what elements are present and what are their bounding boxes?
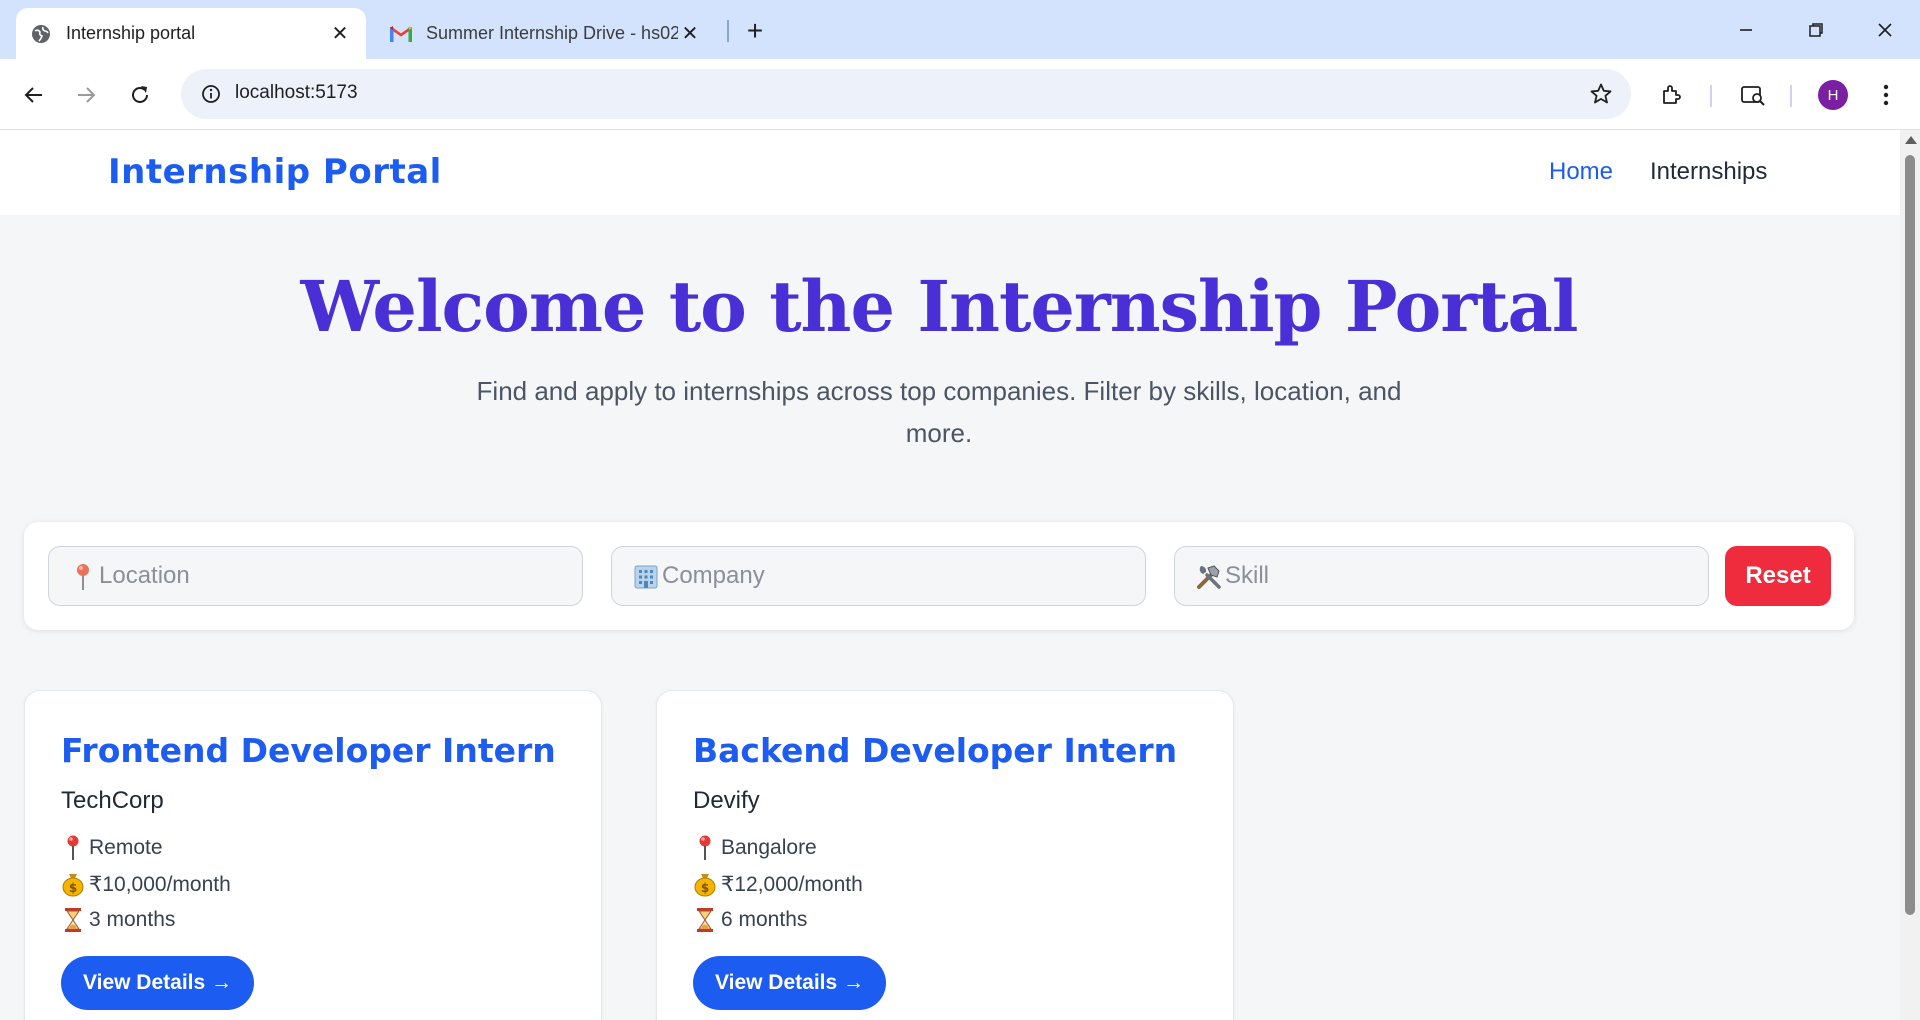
duration-row: 6 months xyxy=(693,907,807,933)
stipend-row: $ ₹12,000/month xyxy=(693,871,863,897)
location-text: Bangalore xyxy=(721,836,817,859)
address-bar[interactable]: localhost:5173 xyxy=(181,69,1631,119)
scroll-up-icon[interactable] xyxy=(1905,136,1917,144)
close-tab-icon[interactable]: ✕ xyxy=(678,22,702,46)
company-input[interactable] xyxy=(662,547,1132,605)
reload-button[interactable] xyxy=(120,75,160,115)
skill-filter[interactable] xyxy=(1174,546,1709,606)
browser-tab-bar: Internship portal ✕ Summer Internship Dr… xyxy=(0,0,1920,59)
minimize-button[interactable] xyxy=(1726,10,1766,50)
reset-button[interactable]: Reset xyxy=(1725,546,1831,606)
view-details-button[interactable]: View Details → xyxy=(61,956,255,1010)
nav-internships-link[interactable]: Internships xyxy=(1650,158,1767,186)
svg-text:$: $ xyxy=(701,881,709,895)
hero-title: Welcome to the Internship Portal xyxy=(300,265,1579,348)
toolbar-divider xyxy=(1710,85,1712,107)
building-icon xyxy=(632,563,660,591)
internship-card: Backend Developer Intern Devify Bangalor… xyxy=(656,690,1234,1020)
menu-kebab-icon[interactable] xyxy=(1866,75,1906,115)
page-scrollbar[interactable] xyxy=(1900,130,1920,1020)
view-details-button[interactable]: View Details → xyxy=(693,956,887,1010)
nav-home-link[interactable]: Home xyxy=(1549,158,1613,186)
toolbar-divider xyxy=(1790,85,1792,107)
tools-icon xyxy=(1195,563,1223,591)
money-bag-icon: $ xyxy=(61,871,85,897)
scrollbar-thumb[interactable] xyxy=(1905,155,1915,915)
tab-separator xyxy=(727,20,729,42)
gmail-icon xyxy=(390,23,412,45)
tab-title: Summer Internship Drive - hs02 xyxy=(426,23,678,43)
pin-icon xyxy=(693,835,717,861)
duration-text: 6 months xyxy=(721,908,808,931)
site-header: Internship Portal Home Internships xyxy=(0,130,1900,215)
stipend-text: ₹10,000/month xyxy=(89,872,231,896)
close-window-button[interactable] xyxy=(1865,10,1905,50)
page-content: Internship Portal Home Internships Welco… xyxy=(0,130,1900,1020)
site-info-icon[interactable] xyxy=(195,78,227,110)
tab-title: Internship portal xyxy=(66,23,196,43)
location-filter[interactable] xyxy=(48,546,583,606)
internship-card: Frontend Developer Intern TechCorp Remot… xyxy=(24,690,602,1020)
location-input[interactable] xyxy=(99,547,569,605)
tab-gmail[interactable]: Summer Internship Drive - hs02 ✕ xyxy=(376,8,716,59)
bookmark-star-icon[interactable] xyxy=(1585,78,1617,110)
internship-title[interactable]: Frontend Developer Intern xyxy=(61,731,556,770)
company-name: TechCorp xyxy=(61,787,164,814)
pin-icon xyxy=(61,835,85,861)
duration-text: 3 months xyxy=(89,908,176,931)
browser-toolbar: localhost:5173 H xyxy=(0,59,1920,130)
money-bag-icon: $ xyxy=(693,871,717,897)
location-text: Remote xyxy=(89,836,163,859)
globe-icon xyxy=(30,23,52,45)
company-filter[interactable] xyxy=(611,546,1146,606)
location-row: Bangalore xyxy=(693,835,817,861)
profile-avatar[interactable]: H xyxy=(1818,80,1848,110)
stipend-row: $ ₹10,000/month xyxy=(61,871,231,897)
forward-button[interactable] xyxy=(66,75,106,115)
svg-text:$: $ xyxy=(69,881,77,895)
pin-icon xyxy=(69,563,97,591)
duration-row: 3 months xyxy=(61,907,175,933)
company-name: Devify xyxy=(693,787,760,814)
close-tab-icon[interactable]: ✕ xyxy=(328,22,352,46)
extensions-icon[interactable] xyxy=(1652,75,1692,115)
location-row: Remote xyxy=(61,835,163,861)
back-button[interactable] xyxy=(14,75,54,115)
restore-button[interactable] xyxy=(1796,10,1836,50)
hourglass-icon xyxy=(61,907,85,933)
tab-search-icon[interactable] xyxy=(1733,75,1773,115)
filter-bar: Reset xyxy=(24,522,1854,630)
stipend-text: ₹12,000/month xyxy=(721,872,863,896)
brand-logo[interactable]: Internship Portal xyxy=(108,152,442,192)
new-tab-button[interactable]: + xyxy=(740,15,770,46)
tab-internship-portal[interactable]: Internship portal ✕ xyxy=(16,8,366,59)
hero-subtitle: Find and apply to internships across top… xyxy=(476,376,1402,448)
skill-input[interactable] xyxy=(1225,547,1695,605)
hourglass-icon xyxy=(693,907,717,933)
internship-title[interactable]: Backend Developer Intern xyxy=(693,731,1177,770)
url-text: localhost:5173 xyxy=(235,82,358,103)
